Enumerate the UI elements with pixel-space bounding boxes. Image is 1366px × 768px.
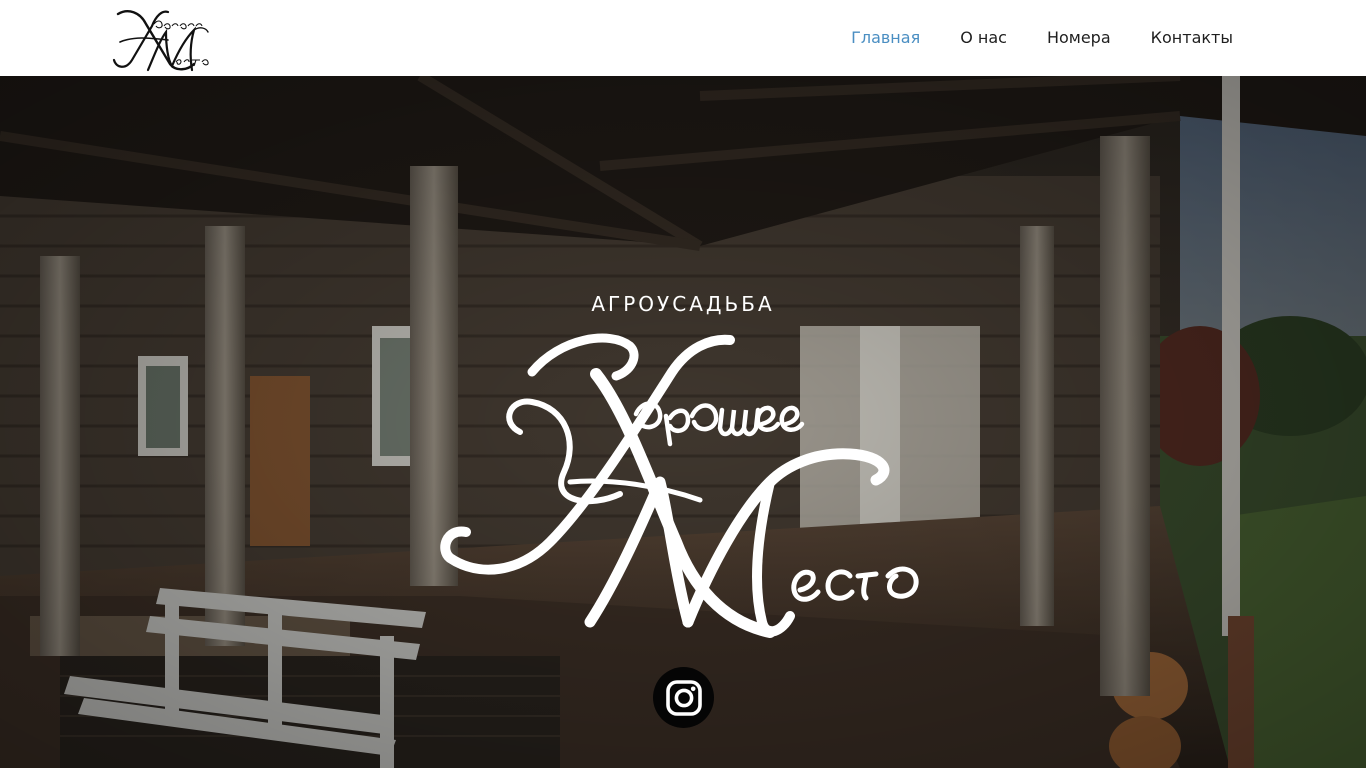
- hero-tagline: АГРОУСАДЬБА: [591, 292, 775, 316]
- main-nav: Главная О нас Номера Контакты: [811, 0, 1233, 76]
- nav-item-home[interactable]: Главная: [851, 28, 920, 48]
- hero-logo-script: [440, 333, 919, 638]
- nav-item-about[interactable]: О нас: [960, 28, 1007, 48]
- site-header: Главная О нас Номера Контакты: [0, 0, 1366, 76]
- hero-section: АГРОУСАДЬБА: [0, 76, 1366, 768]
- instagram-button[interactable]: [653, 667, 714, 728]
- logo-icon: [112, 10, 209, 72]
- nav-item-contacts[interactable]: Контакты: [1151, 28, 1233, 48]
- site-logo[interactable]: [110, 6, 214, 74]
- instagram-icon: [665, 679, 702, 716]
- nav-item-rooms[interactable]: Номера: [1047, 28, 1111, 48]
